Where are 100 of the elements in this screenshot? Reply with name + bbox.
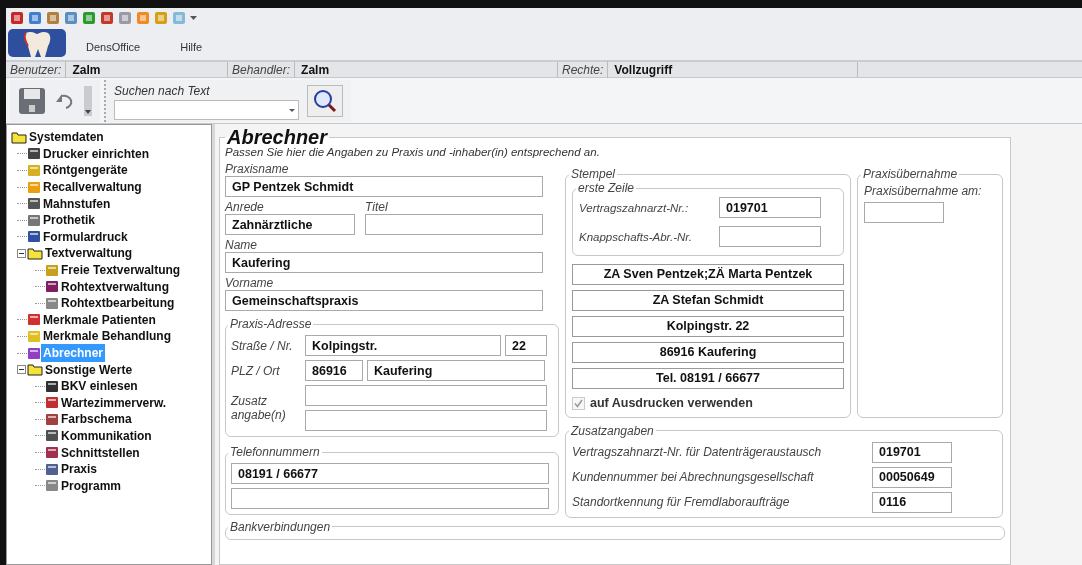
text-field[interactable]	[365, 214, 543, 235]
collapse-icon[interactable]	[17, 248, 26, 258]
text-field[interactable]: Kolpingstr.	[305, 335, 501, 356]
tree-item[interactable]: Merkmale Behandlung	[41, 327, 174, 346]
group-label: Zusatzangaben	[569, 423, 655, 438]
field-label: Knappschafts-Abr.-Nr.	[579, 229, 693, 244]
save-icon[interactable]	[18, 86, 46, 115]
text-field[interactable]	[231, 488, 549, 509]
toolbar-icon[interactable]	[64, 11, 78, 25]
tree-item[interactable]: Drucker einrichten	[41, 144, 152, 163]
toolbar-icon[interactable]	[82, 11, 96, 25]
item-icon	[45, 462, 59, 476]
tree-item[interactable]: Rohtextverwaltung	[59, 277, 171, 296]
text-field[interactable]: 0116	[872, 491, 952, 513]
tree-item[interactable]: Wartezimmerverw.	[59, 393, 169, 412]
text-field[interactable]: 08191 / 66677	[231, 463, 549, 484]
tree-item[interactable]: Sonstige Werte	[43, 360, 135, 379]
field-label: Praxisübernahme am:	[864, 184, 983, 198]
check-icon	[574, 398, 583, 408]
menu-item[interactable]: Hilfe	[160, 38, 223, 57]
search-label: Suchen nach Text	[114, 82, 211, 100]
group-label: Praxis-Adresse	[229, 317, 313, 331]
folder-icon	[11, 130, 27, 144]
item-icon	[45, 446, 59, 460]
tree-item[interactable]: Systemdaten	[27, 128, 106, 147]
toolbar-icon[interactable]	[100, 11, 114, 25]
tree-item[interactable]: Textverwaltung	[43, 244, 135, 263]
tree-item[interactable]: Prothetik	[41, 211, 97, 230]
text-field[interactable]	[864, 202, 944, 223]
tree-item[interactable]: Schnittstellen	[59, 443, 142, 462]
tree-item[interactable]: Farbschema	[59, 410, 134, 429]
field-label: Vertragszahnarzt-Nr. für Datenträgeraustausch	[572, 445, 823, 460]
text-field[interactable]: 019701	[872, 441, 952, 463]
search-field[interactable]	[114, 99, 299, 120]
tooth-logo-icon[interactable]	[8, 29, 66, 57]
stamp-line-field[interactable]: 86916 Kaufering	[572, 342, 844, 363]
toolbar-icon[interactable]	[118, 11, 132, 25]
text-field[interactable]: Zahnärztliche	[225, 214, 355, 235]
info-value: Vollzugriff	[613, 61, 674, 79]
form-title: Abrechner	[226, 128, 329, 146]
text-field[interactable]: Gemeinschaftspraxis	[225, 290, 543, 311]
tree-item[interactable]: Freie Textverwaltung	[59, 261, 183, 280]
stamp-line-field[interactable]: Kolpingstr. 22	[572, 316, 844, 337]
toolbar-icon[interactable]	[28, 11, 42, 25]
tree-item[interactable]: BKV einlesen	[59, 377, 140, 396]
group-label: erste Zeile	[577, 181, 636, 195]
toolbar-icon[interactable]	[154, 11, 168, 25]
menu-item[interactable]: DensOffice	[66, 38, 161, 57]
item-icon	[45, 296, 59, 310]
tree-item[interactable]: Programm	[59, 476, 124, 495]
item-icon	[45, 396, 59, 410]
search-button[interactable]	[307, 84, 343, 117]
field-label: Praxisname	[225, 162, 290, 176]
tree-item[interactable]: Kommunikation	[59, 427, 154, 445]
overflow-handle-icon[interactable]	[84, 85, 92, 116]
field-label: Vertragszahnarzt-Nr.:	[579, 200, 690, 215]
magnifier-icon	[312, 87, 338, 114]
text-field[interactable]: 00050649	[872, 466, 952, 488]
toolbar-icon[interactable]	[10, 11, 24, 25]
text-field[interactable]: 22	[505, 335, 547, 356]
tree-item[interactable]: Formulardruck	[41, 227, 130, 246]
text-field[interactable]: Kaufering	[225, 252, 543, 273]
item-icon	[45, 412, 59, 426]
toolbar-icon[interactable]	[136, 11, 150, 25]
form-description: Passen Sie hier die Angaben zu Praxis und -inhaber(in) entsprechend an.	[225, 146, 601, 159]
field-label: Kundennummer bei Abrechnungsgesellschaft	[572, 470, 815, 485]
folder-icon	[27, 246, 43, 260]
collapse-icon[interactable]	[17, 365, 26, 375]
field-label: Titel	[365, 200, 389, 214]
field-label: Standortkennung für Fremdlaboraufträge	[572, 495, 791, 510]
item-icon	[27, 213, 41, 227]
tree-item[interactable]: Röntgengeräte	[41, 161, 130, 180]
tree-item[interactable]: Recallverwaltung	[41, 178, 144, 197]
tree-item[interactable]: Praxis	[59, 460, 100, 479]
text-field[interactable]	[719, 226, 821, 247]
stamp-line-field[interactable]: ZA Stefan Schmidt	[572, 290, 844, 311]
checkbox-label: auf Ausdrucken verwenden	[590, 395, 753, 412]
tree-item[interactable]: Rohtextbearbeitung	[59, 294, 177, 313]
group-label: Praxisübernahme	[862, 167, 959, 181]
field-label: Anrede	[225, 200, 265, 214]
stamp-line-field[interactable]: ZA Sven Pentzek;ZÄ Marta Pentzek	[572, 264, 844, 285]
dropdown-arrow-icon[interactable]	[190, 15, 197, 21]
tree-item[interactable]: Merkmale Patienten	[41, 310, 158, 329]
text-field[interactable]	[305, 385, 547, 406]
toolbar-icon[interactable]	[46, 11, 60, 25]
field-label: Straße / Nr.	[231, 338, 294, 353]
item-icon	[27, 230, 41, 244]
tree-item[interactable]: Mahnstufen	[41, 194, 113, 213]
item-icon	[45, 479, 59, 493]
text-field[interactable]: 019701	[719, 197, 821, 218]
field-label: Zusatz angabe(n)	[231, 394, 287, 422]
text-field[interactable]: Kaufering	[367, 360, 545, 381]
item-icon	[27, 180, 41, 194]
stamp-line-field[interactable]: Tel. 08191 / 66677	[572, 368, 844, 389]
text-field[interactable]: GP Pentzek Schmidt	[225, 176, 543, 197]
text-field[interactable]: 86916	[305, 360, 363, 381]
field-label: Name	[225, 238, 258, 252]
field-label: PLZ / Ort	[231, 363, 281, 378]
info-value: Zalm	[300, 61, 331, 79]
text-field[interactable]	[305, 410, 547, 431]
